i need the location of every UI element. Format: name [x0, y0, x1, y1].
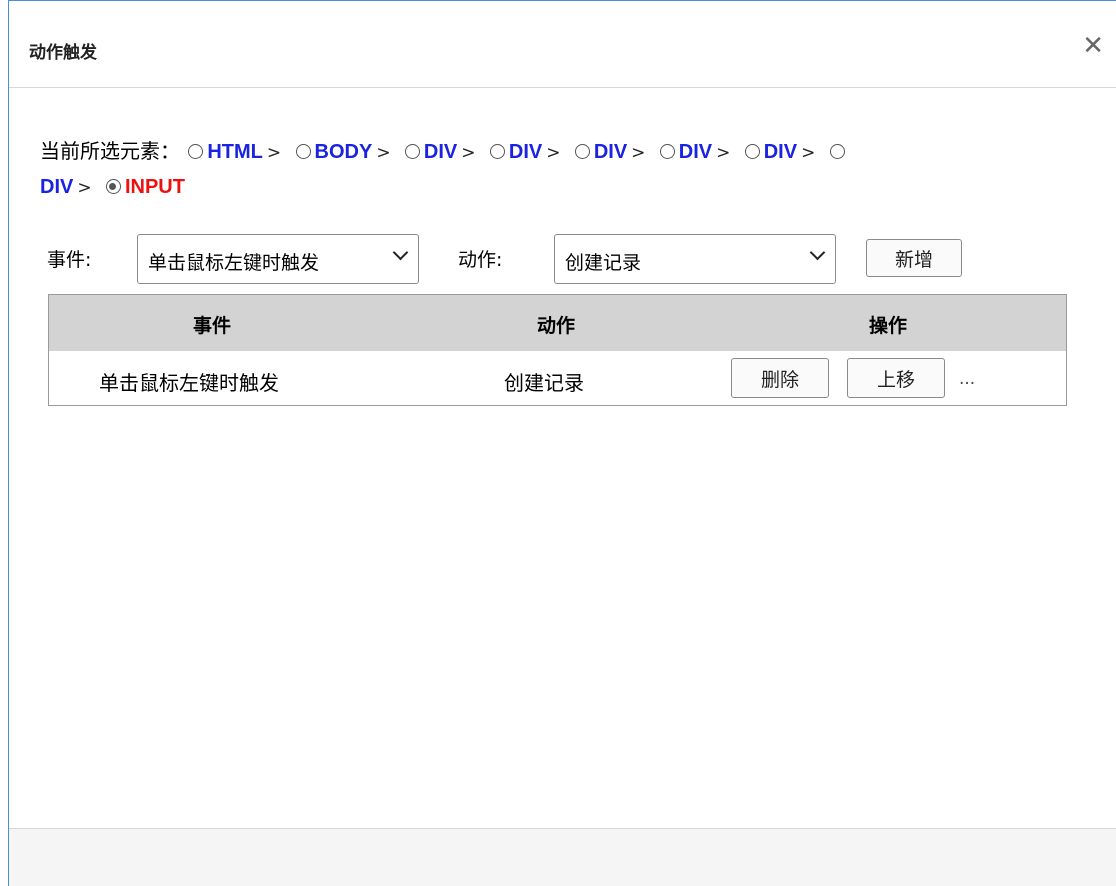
dialog-title: 动作触发 — [29, 43, 97, 63]
path-separator: > — [801, 143, 816, 163]
trigger-table: 事件 动作 操作 单击鼠标左键时触发 创建记录 删除 上移 ... — [48, 294, 1067, 406]
chevron-down-icon — [809, 244, 826, 261]
tag-body[interactable]: BODY — [315, 141, 373, 163]
action-trigger-dialog: 动作触发 ✕ 当前所选元素： HTML > BODY > DIV > DIV > DIV… — [8, 0, 1116, 886]
delete-button[interactable]: 删除 — [731, 358, 829, 398]
dialog-titlebar: 动作触发 ✕ — [9, 1, 1116, 88]
row-action: 创建记录 — [504, 371, 584, 395]
path-separator: > — [631, 143, 646, 163]
radio-html[interactable] — [188, 144, 204, 159]
path-separator: > — [546, 143, 561, 163]
radio-div-2[interactable] — [489, 144, 505, 159]
table-row: 单击鼠标左键时触发 创建记录 删除 上移 ... — [49, 351, 1066, 405]
add-button[interactable]: 新增 — [866, 239, 962, 277]
radio-div-1[interactable] — [404, 144, 420, 159]
tag-div-1[interactable]: DIV — [424, 141, 457, 163]
table-header: 事件 动作 操作 — [49, 295, 1066, 351]
close-icon[interactable]: ✕ — [1082, 33, 1104, 59]
move-up-button[interactable]: 上移 — [847, 358, 945, 398]
radio-input[interactable] — [105, 179, 121, 194]
tag-div-4[interactable]: DIV — [679, 141, 712, 163]
tag-div-3[interactable]: DIV — [594, 141, 627, 163]
dialog-footer — [9, 828, 1116, 886]
element-path: 当前所选元素： HTML > BODY > DIV > DIV > DIV > DIV > … — [40, 135, 1100, 205]
action-select[interactable]: 创建记录 — [554, 234, 836, 284]
path-separator: > — [376, 143, 391, 163]
row-event: 单击鼠标左键时触发 — [99, 371, 279, 395]
radio-div-6[interactable] — [829, 144, 845, 159]
event-select-value: 单击鼠标左键时触发 — [148, 252, 320, 274]
event-select[interactable]: 单击鼠标左键时触发 — [137, 234, 419, 284]
element-path-label: 当前所选元素： — [40, 139, 180, 163]
radio-div-5[interactable] — [744, 144, 760, 159]
radio-div-4[interactable] — [659, 144, 675, 159]
path-separator: > — [77, 178, 92, 198]
radio-div-3[interactable] — [574, 144, 590, 159]
more-ellipsis[interactable]: ... — [959, 369, 975, 389]
path-separator: > — [461, 143, 476, 163]
tag-div-6[interactable]: DIV — [40, 176, 73, 198]
radio-body[interactable] — [295, 144, 311, 159]
tag-div-5[interactable]: DIV — [764, 141, 797, 163]
action-select-value: 创建记录 — [565, 252, 642, 274]
column-header-operation: 操作 — [869, 315, 908, 337]
event-label: 事件: — [47, 249, 92, 271]
tag-div-2[interactable]: DIV — [509, 141, 542, 163]
tag-html[interactable]: HTML — [207, 141, 263, 163]
path-separator: > — [266, 143, 282, 163]
column-header-action: 动作 — [537, 315, 576, 337]
column-header-event: 事件 — [193, 315, 232, 337]
chevron-down-icon — [392, 244, 409, 261]
path-separator: > — [716, 143, 731, 163]
action-label: 动作: — [458, 249, 503, 271]
tag-input[interactable]: INPUT — [125, 176, 185, 198]
